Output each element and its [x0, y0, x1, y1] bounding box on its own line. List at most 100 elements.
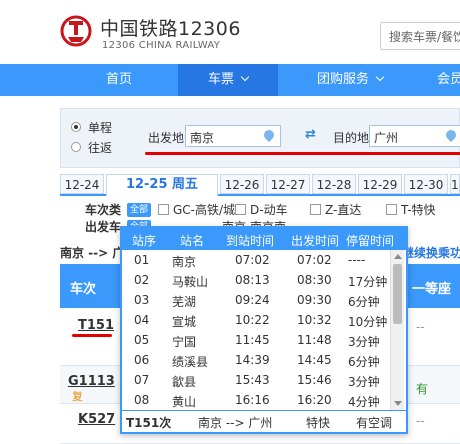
- site-search-input[interactable]: 搜索车票/餐饮: [380, 22, 460, 50]
- stop-seq: 01: [134, 253, 150, 267]
- date-tab[interactable]: 12-27: [266, 174, 310, 194]
- stop-seq: 07: [134, 373, 150, 387]
- seat-availability: --: [416, 414, 425, 428]
- nav-group-service[interactable]: 团购服务: [300, 64, 400, 96]
- date-tab-selected[interactable]: 12-25 周五: [106, 174, 218, 196]
- stop-seq: 03: [134, 293, 150, 307]
- stop-row: 03 芜湖 09:24 09:30 6分钟: [122, 290, 392, 312]
- popup-scrollbar[interactable]: [390, 250, 404, 410]
- stop-arrive: 08:13: [235, 273, 270, 287]
- stop-seq: 08: [134, 393, 150, 407]
- round-trip-radio[interactable]: [71, 142, 81, 152]
- filter-checkbox[interactable]: [235, 204, 246, 215]
- footer-train: T151次: [126, 416, 172, 430]
- train-tag: 复: [72, 390, 83, 403]
- stop-seq: 04: [134, 313, 150, 327]
- train-number-link[interactable]: K527: [78, 412, 115, 427]
- nav-tickets[interactable]: 车票: [178, 64, 278, 96]
- stop-depart: 10:32: [297, 313, 332, 327]
- continue-transfer-link[interactable]: 继续换乘功: [402, 244, 460, 261]
- filter-d-label: D-动车: [250, 203, 288, 217]
- stop-row: 04 宣城 10:22 10:32 10分钟: [122, 310, 392, 332]
- date-tab[interactable]: 12-26: [220, 174, 264, 194]
- stop-depart: 08:30: [297, 273, 332, 287]
- stop-name: 南京: [172, 255, 197, 269]
- scroll-thumb[interactable]: [393, 264, 402, 324]
- stop-arrive: 11:45: [235, 333, 270, 347]
- stop-depart: 15:46: [297, 373, 332, 387]
- railway-logo-icon[interactable]: [60, 15, 92, 47]
- date-tab[interactable]: 12-30: [404, 174, 448, 194]
- col-arrive: 到站时间: [226, 234, 275, 248]
- stop-stay: 6分钟: [348, 295, 380, 309]
- stop-arrive: 16:16: [235, 393, 270, 407]
- filter-checkbox[interactable]: [158, 204, 169, 215]
- ticket-search-panel: 单程 往返 出发地 南京 ⇄ 目的地 广州: [60, 108, 460, 168]
- stop-name: 黄山: [172, 395, 197, 409]
- train-number-link[interactable]: T151: [78, 318, 114, 333]
- date-tab[interactable]: 12: [450, 174, 460, 194]
- date-tabs: 12-24 12-25 周五 12-26 12-27 12-28 12-29 1…: [60, 174, 460, 196]
- filter-z-label: Z-直达: [325, 203, 362, 217]
- stop-stay: 17分钟: [348, 275, 388, 289]
- stop-row: 06 绩溪县 14:39 14:45 6分钟: [122, 350, 392, 372]
- stop-row: 07 歙县 15:43 15:46 3分钟: [122, 370, 392, 392]
- col-seq: 站序: [132, 234, 157, 248]
- stop-seq: 02: [134, 273, 150, 287]
- main-nav: 首页 车票 团购服务 会员: [0, 64, 460, 96]
- scroll-up-icon[interactable]: [394, 254, 402, 259]
- date-tab[interactable]: 12-24: [60, 174, 104, 194]
- stop-seq: 05: [134, 333, 150, 347]
- stop-depart: 16:20: [297, 393, 332, 407]
- site-header: 中国铁路12306 12306 CHINA RAILWAY 搜索车票/餐饮: [0, 0, 460, 64]
- stop-row: 08 黄山 16:16 16:20 4分钟: [122, 390, 392, 412]
- date-tab[interactable]: 12-28: [312, 174, 356, 194]
- train-number-link[interactable]: G1113: [68, 374, 115, 389]
- nav-home-label: 首页: [105, 72, 132, 87]
- stop-row: 05 宁国 11:45 11:48 3分钟: [122, 330, 392, 352]
- stop-arrive: 07:02: [235, 253, 270, 267]
- col-first-class-header[interactable]: 一等座: [412, 278, 451, 297]
- filter-checkbox[interactable]: [386, 204, 397, 215]
- route-summary: 南京 --> 广: [60, 246, 125, 260]
- red-annotation-underline: [145, 152, 460, 155]
- stop-seq: 06: [134, 353, 150, 367]
- nav-member[interactable]: 会员: [430, 64, 460, 96]
- from-label: 出发地: [148, 131, 185, 145]
- chevron-down-icon: [240, 72, 250, 82]
- nav-tickets-label: 车票: [207, 72, 234, 87]
- stop-row: 01 南京 07:02 07:02 ----: [122, 250, 392, 272]
- date-tab[interactable]: 12-29: [358, 174, 402, 194]
- filter-checkbox[interactable]: [310, 204, 321, 215]
- one-way-label: 单程: [88, 121, 113, 135]
- chevron-down-icon: [375, 72, 385, 82]
- stop-stay: 3分钟: [348, 375, 380, 389]
- swap-stations-icon[interactable]: ⇄: [305, 128, 319, 142]
- train-type-all-button[interactable]: 全部: [127, 203, 152, 217]
- round-trip-label: 往返: [88, 141, 113, 155]
- scroll-down-icon[interactable]: [394, 401, 402, 406]
- stop-name: 宣城: [172, 315, 197, 329]
- stop-arrive: 09:24: [235, 293, 270, 307]
- col-stay: 停留时间: [346, 234, 395, 248]
- nav-member-label: 会员: [436, 72, 460, 87]
- stop-arrive: 14:39: [235, 353, 270, 367]
- stop-depart: 07:02: [297, 253, 332, 267]
- to-label: 目的地: [333, 131, 370, 145]
- red-annotation-underline: [72, 334, 112, 337]
- stop-stay: ----: [348, 253, 366, 267]
- seat-availability: --: [416, 320, 425, 334]
- col-train-header[interactable]: 车次: [70, 278, 96, 297]
- footer-route: 南京 --> 广州: [198, 416, 273, 430]
- stop-arrive: 10:22: [235, 313, 270, 327]
- one-way-radio[interactable]: [71, 122, 81, 132]
- stop-name: 宁国: [172, 335, 197, 349]
- logo-subtitle: 12306 CHINA RAILWAY: [102, 40, 221, 51]
- nav-home[interactable]: 首页: [60, 64, 178, 96]
- col-depart: 出发时间: [291, 234, 340, 248]
- stop-depart: 11:48: [297, 333, 332, 347]
- nav-group-service-label: 团购服务: [316, 72, 369, 87]
- stop-name: 马鞍山: [172, 275, 209, 289]
- stop-row: 02 马鞍山 08:13 08:30 17分钟: [122, 270, 392, 292]
- depart-station-filter-label: 出发车: [85, 220, 122, 234]
